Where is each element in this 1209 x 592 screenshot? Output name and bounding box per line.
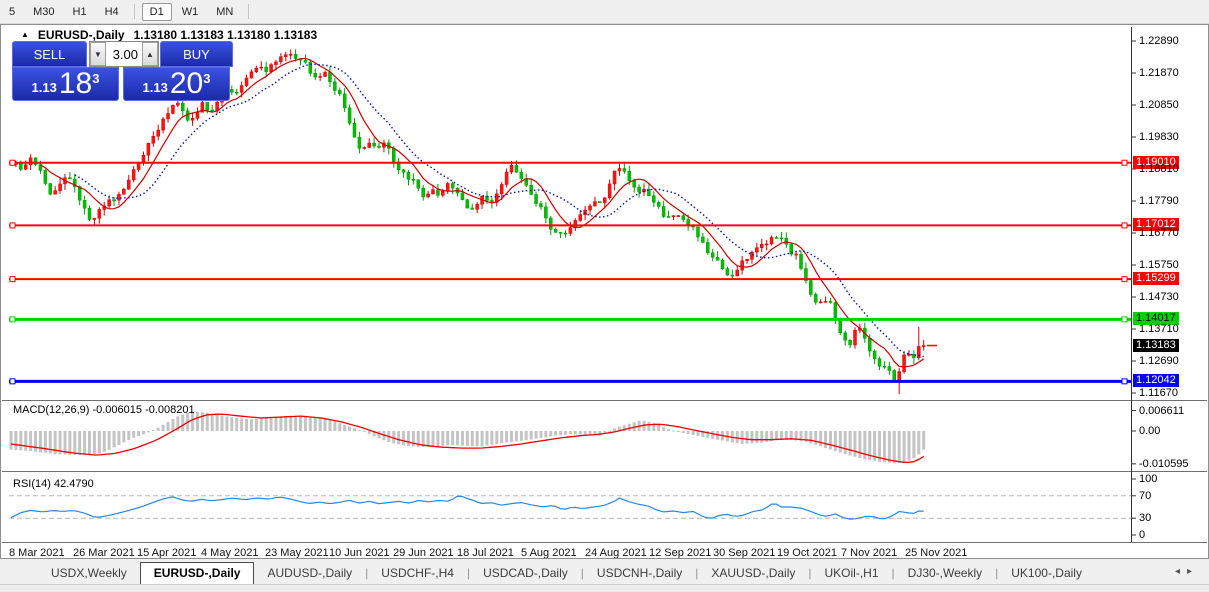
date-label: 26 Mar 2021 <box>73 547 135 559</box>
timeframe-button-mn[interactable]: MN <box>208 3 241 21</box>
buy-price-sup: 3 <box>203 71 210 86</box>
level-handle[interactable] <box>10 317 15 322</box>
rsi-line <box>11 496 924 519</box>
tab-usdchf-h4[interactable]: USDCHF-,H4 <box>368 563 467 584</box>
rsi-tick-label: 0 <box>1139 529 1145 541</box>
tab-usdx-weekly[interactable]: USDX,Weekly <box>38 563 140 584</box>
date-label: 15 Apr 2021 <box>137 547 196 559</box>
level-handle[interactable] <box>1122 223 1127 228</box>
macd-histogram <box>10 412 926 464</box>
tab-ukoil-h1[interactable]: UKOil-,H1 <box>812 563 892 584</box>
candles-layer <box>10 49 926 394</box>
volume-decrease-button[interactable]: ▼ <box>90 42 106 66</box>
chart-title-ohlc: 1.13180 1.13183 1.13180 1.13183 <box>134 28 318 42</box>
toolbar-separator <box>134 4 135 19</box>
volume-spinner: ▼ 3.00 ▲ <box>89 41 159 67</box>
macd-label: MACD(12,26,9) -0.006015 -0.008201 <box>13 404 195 416</box>
price-tick-label: 1.19830 <box>1139 131 1179 143</box>
bottom-strip <box>0 584 1209 592</box>
date-label: 8 Mar 2021 <box>9 547 65 559</box>
volume-increase-button[interactable]: ▲ <box>142 42 158 66</box>
chart-title: ▲ EURUSD-,Daily 1.13180 1.13183 1.13180 … <box>21 28 317 42</box>
macd-tick-label: 0.00 <box>1139 425 1160 437</box>
level-handle[interactable] <box>10 223 15 228</box>
macd-tick-label: 0.006611 <box>1139 405 1184 417</box>
level-handle[interactable] <box>10 160 15 165</box>
price-level-badge[interactable]: 1.12042 <box>1133 374 1179 387</box>
date-label: 25 Nov 2021 <box>905 547 967 559</box>
date-label: 12 Sep 2021 <box>649 547 711 559</box>
volume-value[interactable]: 3.00 <box>106 42 142 66</box>
level-handle[interactable] <box>1122 160 1127 165</box>
chart-canvas[interactable] <box>1 25 1208 558</box>
date-label: 10 Jun 2021 <box>329 547 390 559</box>
price-tick-label: 1.22890 <box>1139 35 1179 47</box>
toolbar-separator <box>248 4 249 19</box>
date-label: 24 Aug 2021 <box>585 547 647 559</box>
tab-dj30-weekly[interactable]: DJ30-,Weekly <box>895 563 995 584</box>
level-handle[interactable] <box>1122 317 1127 322</box>
level-handle[interactable] <box>10 277 15 282</box>
price-tick-label: 1.15750 <box>1139 259 1179 271</box>
date-label: 5 Aug 2021 <box>521 547 577 559</box>
tab-xauusd-daily[interactable]: XAUUSD-,Daily <box>698 563 808 584</box>
chart-window: 1.190101.170121.152991.140171.120421.131… <box>0 24 1209 559</box>
price-tick-label: 1.17790 <box>1139 195 1179 207</box>
date-label: 4 May 2021 <box>201 547 258 559</box>
price-tick-label: 1.16770 <box>1139 227 1179 239</box>
level-handle[interactable] <box>10 379 15 384</box>
current-price-badge: 1.13183 <box>1133 339 1179 352</box>
terminal-window: 5M30H1H4D1W1MN 1.190101.170121.152991.14… <box>0 0 1209 592</box>
sell-price-prefix: 1.13 <box>32 78 57 98</box>
one-click-trading-panel: SELL ▼ 3.00 ▲ BUY 1.13 18 3 1.13 20 3 <box>12 41 233 101</box>
buy-price-box[interactable]: 1.13 20 3 <box>123 67 230 101</box>
timeframe-toolbar: 5M30H1H4 D1W1MN <box>0 0 1209 24</box>
rsi-label: RSI(14) 42.4790 <box>13 478 94 490</box>
sell-price-box[interactable]: 1.13 18 3 <box>12 67 119 101</box>
chart-title-symbol: EURUSD-,Daily <box>38 28 125 42</box>
price-tick-label: 1.13710 <box>1139 323 1179 335</box>
sell-price-sup: 3 <box>92 71 99 86</box>
rsi-tick-label: 100 <box>1139 473 1157 485</box>
timeframe-button-5[interactable]: 5 <box>1 3 23 21</box>
tab-scroll-right-icon[interactable]: ▸ <box>1187 566 1199 577</box>
date-label: 29 Jun 2021 <box>393 547 454 559</box>
tab-usdcnh-daily[interactable]: USDCNH-,Daily <box>584 563 695 584</box>
tab-uk100-daily[interactable]: UK100-,Daily <box>998 563 1095 584</box>
level-handle[interactable] <box>1122 277 1127 282</box>
price-tick-label: 1.21870 <box>1139 67 1179 79</box>
sell-price-main: 18 <box>59 70 92 98</box>
date-label: 18 Jul 2021 <box>457 547 514 559</box>
collapse-arrow-icon[interactable]: ▲ <box>21 29 29 41</box>
timeframe-button-d1[interactable]: D1 <box>142 3 172 21</box>
buy-price-prefix: 1.13 <box>143 78 168 98</box>
tab-usdcad-daily[interactable]: USDCAD-,Daily <box>470 563 581 584</box>
tab-scroll-arrows[interactable]: ◂▸ <box>1175 566 1199 577</box>
buy-button[interactable]: BUY <box>160 41 233 67</box>
timeframe-button-w1[interactable]: W1 <box>174 3 207 21</box>
buy-price-main: 20 <box>170 70 203 98</box>
level-handle[interactable] <box>1122 379 1127 384</box>
sell-button[interactable]: SELL <box>12 41 87 67</box>
timeframe-button-h1[interactable]: H1 <box>65 3 95 21</box>
tab-scroll-left-icon[interactable]: ◂ <box>1175 566 1187 577</box>
rsi-tick-label: 30 <box>1139 512 1151 524</box>
price-tick-label: 1.12690 <box>1139 355 1179 367</box>
date-label: 7 Nov 2021 <box>841 547 897 559</box>
timeframe-button-h4[interactable]: H4 <box>97 3 127 21</box>
chart-tabs-bar: USDX,WeeklyEURUSD-,DailyAUDUSD-,Daily|US… <box>0 560 1209 584</box>
date-label: 19 Oct 2021 <box>777 547 837 559</box>
price-tick-label: 1.18810 <box>1139 163 1179 175</box>
date-label: 23 May 2021 <box>265 547 329 559</box>
macd-tick-label: -0.010595 <box>1139 458 1189 470</box>
price-tick-label: 1.11670 <box>1139 387 1178 399</box>
price-tick-label: 1.20850 <box>1139 99 1179 111</box>
rsi-tick-label: 70 <box>1139 490 1151 502</box>
price-level-badge[interactable]: 1.15299 <box>1133 272 1179 285</box>
tab-audusd-daily[interactable]: AUDUSD-,Daily <box>254 563 365 584</box>
price-tick-label: 1.14730 <box>1139 291 1179 303</box>
date-label: 30 Sep 2021 <box>713 547 775 559</box>
timeframe-button-m30[interactable]: M30 <box>25 3 62 21</box>
tab-eurusd-daily[interactable]: EURUSD-,Daily <box>140 562 255 585</box>
